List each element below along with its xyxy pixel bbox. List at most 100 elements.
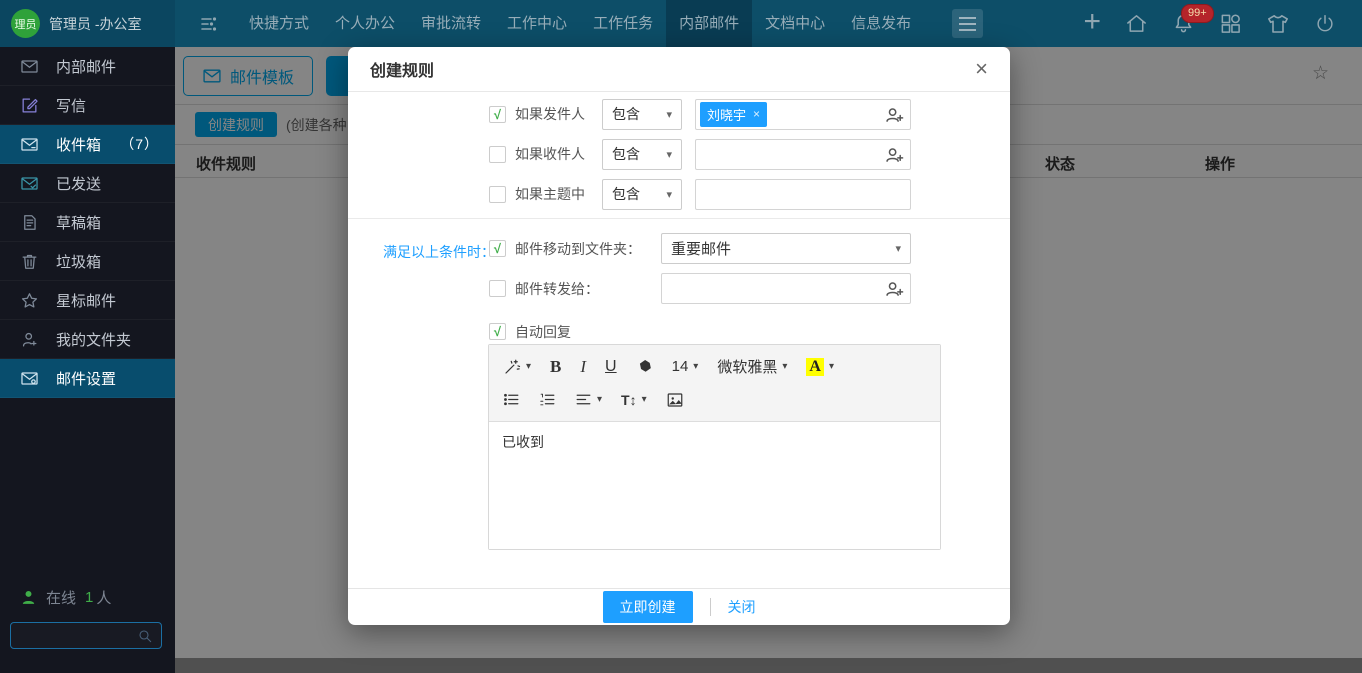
home-icon[interactable]	[1125, 12, 1148, 35]
font-family-select[interactable]: 微软雅黑 ▾	[717, 356, 787, 377]
sidebar-item-inbox[interactable]: 收件箱 （7）	[0, 125, 175, 164]
user-name: 管理员 -办公室	[49, 14, 142, 34]
apps-grid-icon[interactable]	[1219, 12, 1242, 35]
plus-icon[interactable]: +	[1083, 7, 1101, 37]
person-add-icon[interactable]	[885, 107, 904, 123]
modal-body: √ 如果发件人 包含 ▾ 刘晓宇 × 如果收件人 包含	[348, 92, 1010, 588]
folder-select[interactable]: 重要邮件 ▾	[661, 233, 911, 264]
chevron-down-icon: ▾	[526, 361, 531, 372]
chevron-down-icon: ▾	[597, 394, 602, 405]
sender-checkbox[interactable]: √	[489, 106, 506, 123]
subject-input[interactable]	[695, 179, 911, 210]
online-user-icon	[20, 589, 37, 606]
close-link[interactable]: 关闭	[728, 597, 756, 617]
recipient-input[interactable]	[695, 139, 911, 170]
sidebar-item-compose[interactable]: 写信	[0, 86, 175, 125]
recipient-operator-select[interactable]: 包含 ▾	[602, 139, 682, 170]
notifications-bell-icon[interactable]: 99+	[1172, 12, 1195, 35]
search-icon[interactable]	[137, 628, 153, 644]
sidebar-item-label: 我的文件夹	[56, 329, 131, 350]
align-icon[interactable]: ▾	[575, 391, 602, 408]
sidebar-item-label: 草稿箱	[56, 212, 101, 233]
autoreply-checkbox[interactable]: √	[489, 323, 506, 340]
menu-list-icon[interactable]	[196, 12, 220, 36]
sender-operator-select[interactable]: 包含 ▾	[602, 99, 682, 130]
sidebar: 内部邮件 写信 收件箱 （7） 已发送 草稿箱 垃圾箱 星标邮件	[0, 47, 175, 673]
hamburger-icon[interactable]	[952, 9, 983, 38]
recipient-text-input[interactable]	[696, 146, 910, 162]
ordered-list-icon[interactable]	[539, 391, 556, 408]
action-label: 邮件转发给：	[515, 279, 661, 299]
subject-checkbox[interactable]	[489, 186, 506, 203]
top-navigation: 快捷方式 个人办公 审批流转 工作中心 工作任务 内部邮件 文档中心 信息发布	[236, 0, 924, 47]
bold-button[interactable]: B	[550, 357, 561, 377]
magic-wand-icon[interactable]: ▾	[503, 358, 531, 376]
theme-tshirt-icon[interactable]	[1266, 12, 1290, 36]
font-size-select[interactable]: 14 ▾	[672, 358, 699, 375]
forward-text-input[interactable]	[662, 281, 910, 297]
subject-text-input[interactable]	[696, 186, 910, 202]
tab-document-center[interactable]: 文档中心	[752, 0, 838, 47]
insert-image-icon[interactable]	[666, 391, 684, 409]
subject-operator-select[interactable]: 包含 ▾	[602, 179, 682, 210]
online-unit: 人	[96, 587, 111, 608]
bullet-list-icon[interactable]	[503, 391, 520, 408]
mail-settings-icon	[20, 369, 39, 388]
forward-checkbox[interactable]	[489, 280, 506, 297]
tab-approval-flow[interactable]: 审批流转	[408, 0, 494, 47]
editor-content[interactable]: 已收到	[489, 422, 940, 549]
close-icon[interactable]: ×	[975, 58, 988, 80]
line-height-button[interactable]: T↕ ▾	[621, 392, 647, 408]
tag-label: 刘晓宇	[707, 105, 746, 124]
editor-toolbar: ▾ B I U 14 ▾ 微软雅黑 ▾	[489, 345, 940, 422]
tag-remove-icon[interactable]: ×	[753, 107, 760, 121]
sidebar-item-label: 垃圾箱	[56, 251, 101, 272]
chevron-down-icon: ▾	[829, 361, 834, 372]
topbar-actions: + 99+	[1083, 0, 1362, 47]
person-add-icon[interactable]	[885, 147, 904, 163]
tab-work-tasks[interactable]: 工作任务	[580, 0, 666, 47]
move-checkbox[interactable]: √	[489, 240, 506, 257]
tab-shortcuts[interactable]: 快捷方式	[236, 0, 322, 47]
user-area[interactable]: 理员 管理员 -办公室	[0, 0, 175, 47]
sidebar-item-my-folders[interactable]: 我的文件夹	[0, 320, 175, 359]
sidebar-item-internal-mail[interactable]: 内部邮件	[0, 47, 175, 86]
action-label: 邮件移动到文件夹：	[515, 239, 661, 259]
sidebar-item-starred[interactable]: 星标邮件	[0, 281, 175, 320]
sidebar-item-trash[interactable]: 垃圾箱	[0, 242, 175, 281]
font-color-glyph: A	[806, 358, 824, 376]
forward-input[interactable]	[661, 273, 911, 304]
person-add-icon[interactable]	[885, 281, 904, 297]
tab-info-publish[interactable]: 信息发布	[838, 0, 924, 47]
action-row-autoreply: √ 自动回复	[489, 316, 661, 347]
sidebar-item-label: 星标邮件	[56, 290, 116, 311]
search-input[interactable]	[11, 628, 137, 643]
trash-icon	[20, 252, 39, 271]
underline-button[interactable]: U	[605, 358, 617, 376]
compose-icon	[20, 96, 39, 115]
tab-personal-office[interactable]: 个人办公	[322, 0, 408, 47]
tab-internal-mail[interactable]: 内部邮件	[666, 0, 752, 47]
operator-value: 包含	[612, 104, 640, 124]
condition-label: 如果发件人	[515, 104, 591, 124]
sidebar-search	[10, 622, 162, 649]
operator-value: 包含	[612, 184, 640, 204]
condition-label: 如果收件人	[515, 144, 591, 164]
condition-label: 如果主题中	[515, 184, 591, 204]
chevron-down-icon: ▾	[642, 394, 647, 405]
sidebar-item-drafts[interactable]: 草稿箱	[0, 203, 175, 242]
sender-input[interactable]: 刘晓宇 ×	[695, 99, 911, 130]
recipient-checkbox[interactable]	[489, 146, 506, 163]
inbox-icon	[20, 135, 39, 154]
sidebar-item-sent[interactable]: 已发送	[0, 164, 175, 203]
eraser-icon[interactable]	[636, 358, 653, 375]
create-now-button[interactable]: 立即创建	[603, 591, 693, 623]
modal-footer: 立即创建 关闭	[348, 588, 1010, 625]
italic-button[interactable]: I	[580, 357, 586, 377]
tab-work-center[interactable]: 工作中心	[494, 0, 580, 47]
power-logout-icon[interactable]	[1314, 13, 1336, 35]
condition-row-subject: 如果主题中 包含 ▾	[489, 178, 911, 210]
condition-row-recipient: 如果收件人 包含 ▾	[489, 138, 911, 170]
sidebar-item-mail-settings[interactable]: 邮件设置	[0, 359, 175, 398]
font-color-button[interactable]: A ▾	[806, 358, 834, 376]
